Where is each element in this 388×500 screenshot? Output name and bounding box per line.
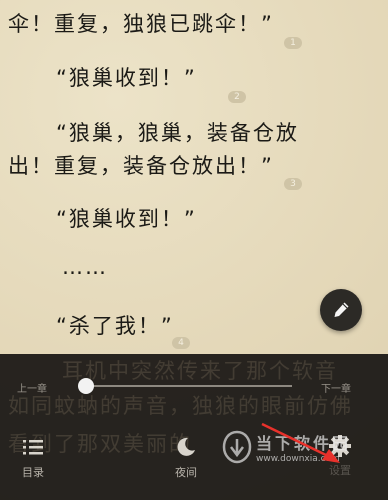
red-arrow-annotation (261, 422, 340, 463)
list-icon (23, 440, 43, 455)
chapter-progress-slider[interactable] (86, 385, 292, 387)
text-line: “狼巢收到！” (56, 66, 197, 90)
note-pen-button[interactable] (320, 289, 362, 331)
paragraph-number: 4 (172, 337, 190, 349)
paragraph-number: 2 (228, 91, 246, 103)
text-line: “狼巢，狼巢，装备仓放 (56, 121, 299, 145)
next-chapter-button[interactable]: 下一章 (321, 380, 351, 395)
toc-button[interactable]: 目录 (22, 438, 44, 480)
slider-thumb[interactable] (78, 378, 94, 394)
prev-chapter-button[interactable]: 上一章 (17, 380, 47, 395)
night-mode-button[interactable]: 夜间 (175, 436, 197, 480)
text-line: “杀了我！” (56, 314, 174, 338)
text-line: 出！重复，装备仓放出！” (8, 154, 274, 178)
hidden-text-line: 如同蚊蚋的声音，独狼的眼前仿佛 (8, 394, 353, 418)
moon-icon (177, 437, 195, 456)
watermark-logo-icon (222, 430, 252, 464)
paragraph-number: 3 (284, 178, 302, 190)
pen-icon (334, 302, 349, 317)
paragraph-number: 1 (284, 37, 302, 49)
night-mode-label: 夜间 (175, 466, 197, 479)
hidden-text-line: 耳机中突然传来了那个软音 (62, 359, 338, 383)
text-line: “狼巢收到！” (56, 207, 197, 231)
text-line: …… (62, 255, 108, 279)
text-line: 伞！重复，独狼已跳伞！” (8, 12, 274, 36)
toc-label: 目录 (22, 466, 44, 479)
